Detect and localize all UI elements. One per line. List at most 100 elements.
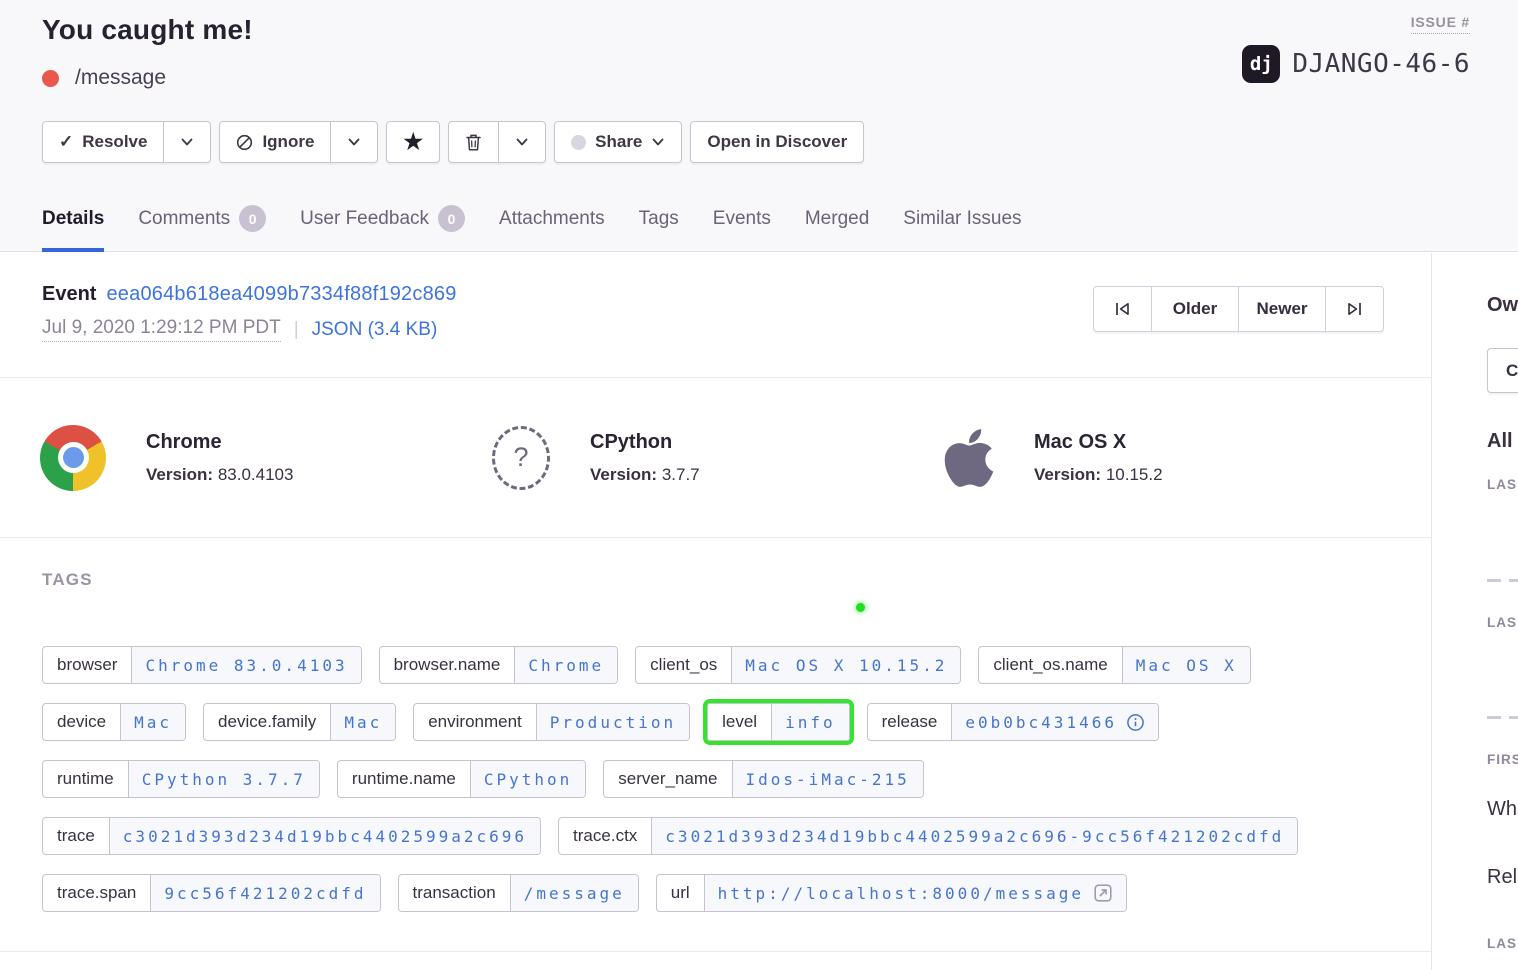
tag-value-link[interactable]: 9cc56f421202cdfd [150,875,379,911]
tag-rows: browser Chrome 83.0.4103 browser.name Ch… [42,646,1389,912]
issue-header: You caught me! /message ISSUE # dj DJANG… [0,0,1518,252]
tag-key: runtime [43,761,128,797]
tag-value-link[interactable]: Chrome 83.0.4103 [131,647,360,683]
event-pagination: Older Newer [1093,286,1384,332]
sidebar-release-text: Rel [1487,866,1517,889]
tag-pill-runtime-name: runtime.name CPython [337,760,586,798]
tag-value-link[interactable]: Idos-iMac-215 [732,761,923,797]
issue-short-id: DJANGO-46-6 [1292,49,1470,79]
sidebar-last-seen-label: LAS [1487,477,1517,492]
newest-event-button[interactable] [1325,286,1384,332]
tag-pill-trace: trace c3021d393d234d19bbc4402599a2c696 [42,817,541,855]
tag-key: release [868,704,952,740]
resolve-dropdown-button[interactable] [163,121,211,163]
tags-section: TAGS browser Chrome 83.0.4103 browser.na… [0,538,1431,952]
context-version: Version: 3.7.7 [590,465,700,485]
tag-key: trace [43,818,109,854]
tag-value-link[interactable]: info [771,704,849,740]
tab-details[interactable]: Details [42,205,104,252]
tag-key: server_name [604,761,731,797]
tag-key: level [708,704,771,740]
tab-label: Attachments [499,208,605,230]
action-toolbar: ✓ Resolve Ignore ★ [42,121,864,163]
newer-event-button[interactable]: Newer [1238,286,1326,332]
tag-value-link[interactable]: Mac OS X [1122,647,1250,683]
open-in-discover-button[interactable]: Open in Discover [690,121,864,163]
ignore-button[interactable]: Ignore [219,121,331,163]
tag-row: trace c3021d393d234d19bbc4402599a2c696 t… [42,817,1389,855]
event-contexts-section: Chrome Version: 83.0.4103 ? CPython Vers… [0,378,1431,538]
tag-value-link[interactable]: Mac [330,704,395,740]
circle-slash-icon [236,134,253,151]
tag-key: browser.name [380,647,515,683]
event-timestamp: Jul 9, 2020 1:29:12 PM PDT [42,317,281,342]
unknown-runtime-icon: ? [492,426,550,490]
tag-key: device [43,704,120,740]
tab-events[interactable]: Events [713,205,771,252]
tag-value-link[interactable]: http://localhost:8000/message [704,875,1126,911]
tab-attachments[interactable]: Attachments [499,205,605,252]
tag-pill-transaction: transaction /message [398,874,639,912]
skip-to-first-icon [1113,300,1132,318]
chevron-down-icon [347,135,361,149]
separator: | [294,319,299,341]
ignore-dropdown-button[interactable] [330,121,378,163]
tags-heading: TAGS [42,570,1389,590]
tag-pill-environment: environment Production [413,703,690,741]
oldest-event-button[interactable] [1093,286,1152,332]
older-event-button[interactable]: Older [1151,286,1239,332]
ignore-button-group: Ignore [219,121,378,163]
share-button[interactable]: Share [554,121,682,163]
django-project-icon: dj [1242,45,1280,83]
click-indicator-dot [856,603,865,612]
resolve-button[interactable]: ✓ Resolve [42,121,164,163]
tab-merged[interactable]: Merged [805,205,869,252]
tab-label: Details [42,208,104,230]
tag-value-link[interactable]: Mac [120,704,185,740]
version-value: 83.0.4103 [218,465,294,484]
tag-value-link[interactable]: CPython [470,761,585,797]
user-feedback-count-badge: 0 [438,205,465,232]
delete-dropdown-button[interactable] [498,121,546,163]
tag-key: trace.span [43,875,150,911]
chevron-down-icon [180,135,194,149]
tag-value-link[interactable]: e0b0bc431466 [951,704,1158,740]
tag-row: device Mac device.family Mac environment… [42,703,1389,741]
info-icon [1126,713,1145,732]
resolve-button-group: ✓ Resolve [42,121,211,163]
tab-comments[interactable]: Comments 0 [138,205,266,252]
tab-tags[interactable]: Tags [639,205,679,252]
issue-meta: ISSUE # dj DJANGO-46-6 [1242,14,1470,83]
tag-value-link[interactable]: c3021d393d234d19bbc4402599a2c696 [109,818,540,854]
context-version: Version: 10.15.2 [1034,465,1163,485]
issue-details-page: You caught me! /message ISSUE # dj DJANG… [0,0,1518,970]
os-context: Mac OS X Version: 10.15.2 [944,425,1396,491]
tag-pill-url: url http://localhost:8000/message [656,874,1127,912]
tag-value-link[interactable]: Mac OS X 10.15.2 [731,647,960,683]
chevron-down-icon [515,135,529,149]
delete-button[interactable] [448,121,499,163]
tag-value-link[interactable]: Chrome [514,647,617,683]
tag-value-link[interactable]: Production [536,704,689,740]
trash-icon [465,133,482,152]
event-json-link[interactable]: JSON (3.4 KB) [312,319,438,341]
tab-user-feedback[interactable]: User Feedback 0 [300,205,465,252]
event-id-link[interactable]: eea064b618ea4099b7334f88f192c869 [106,283,456,305]
tag-pill-client-os: client_os Mac OS X 10.15.2 [635,646,961,684]
external-link-icon [1093,883,1113,903]
tab-similar-issues[interactable]: Similar Issues [903,205,1021,252]
tag-pill-browser-name: browser.name Chrome [379,646,619,684]
delete-button-group [448,121,546,163]
sidebar-owner-heading: Ow [1487,294,1518,317]
sidebar-owner-button[interactable]: C [1487,348,1518,393]
tag-value-text: http://localhost:8000/message [718,884,1084,903]
tag-key: runtime.name [338,761,470,797]
tag-value-link[interactable]: /message [510,875,638,911]
tag-key: environment [414,704,536,740]
tag-pill-device: device Mac [42,703,186,741]
bookmark-star-button[interactable]: ★ [386,121,440,163]
tag-value-link[interactable]: CPython 3.7.7 [128,761,319,797]
check-icon: ✓ [59,132,73,152]
tab-label: User Feedback [300,208,429,230]
tag-value-link[interactable]: c3021d393d234d19bbc4402599a2c696-9cc56f4… [651,818,1297,854]
